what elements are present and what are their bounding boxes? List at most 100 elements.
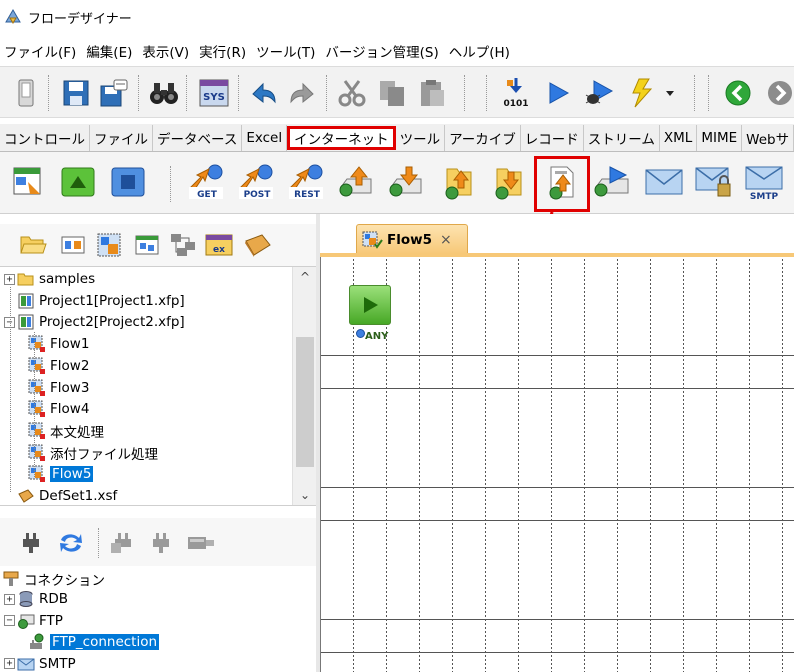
connection-toolbox-icon[interactable] bbox=[242, 230, 272, 260]
tree-item[interactable]: DefSet1.xsf bbox=[4, 485, 117, 505]
tree-item[interactable]: 本文処理 bbox=[28, 420, 104, 442]
category-tab[interactable]: データベース bbox=[153, 125, 243, 151]
menu-item[interactable]: バージョン管理(S) bbox=[321, 41, 444, 61]
collapse-icon[interactable]: − bbox=[4, 615, 15, 626]
flow-icon bbox=[28, 400, 46, 418]
forward-icon[interactable] bbox=[762, 75, 794, 111]
tree-item-label: FTP bbox=[39, 612, 63, 629]
definition-set-icon[interactable]: ex bbox=[204, 230, 234, 260]
expand-icon[interactable]: + bbox=[4, 658, 15, 669]
output-port[interactable] bbox=[356, 329, 365, 338]
category-tab[interactable]: Webサ bbox=[742, 125, 794, 151]
category-tab[interactable]: ツール bbox=[395, 125, 446, 151]
tree-item[interactable]: − FTP bbox=[4, 610, 63, 632]
project-tree-scrollbar[interactable]: ^ ⌄ bbox=[292, 267, 316, 505]
phone-icon[interactable] bbox=[8, 75, 44, 111]
start-node[interactable] bbox=[349, 285, 391, 325]
menu-item[interactable]: ヘルプ(H) bbox=[445, 41, 516, 61]
start-node-icon[interactable] bbox=[58, 162, 98, 202]
tree-item-label: Project2[Project2.xfp] bbox=[39, 314, 185, 331]
ftp-file-download-icon[interactable] bbox=[490, 162, 530, 202]
mail-icon[interactable] bbox=[644, 162, 684, 202]
flow-icon bbox=[28, 357, 46, 375]
expand-icon[interactable]: + bbox=[4, 593, 15, 605]
http-get-icon[interactable]: GET bbox=[186, 162, 226, 202]
redo-icon[interactable] bbox=[284, 75, 320, 111]
tree-item[interactable]: + SMTP bbox=[4, 653, 76, 672]
category-tab[interactable]: ストリーム bbox=[583, 125, 660, 151]
connection-test-icon[interactable] bbox=[186, 528, 216, 558]
cut-icon[interactable] bbox=[334, 75, 370, 111]
category-tab[interactable]: Excel bbox=[242, 125, 288, 151]
save-as-icon[interactable] bbox=[96, 75, 132, 111]
ftp-command-icon[interactable] bbox=[592, 162, 632, 202]
undo-icon[interactable] bbox=[246, 75, 282, 111]
tree-item[interactable]: Flow2 bbox=[28, 355, 89, 377]
lightning-dropdown-icon[interactable] bbox=[660, 75, 680, 111]
debug-run-icon[interactable] bbox=[582, 75, 618, 111]
lightning-icon[interactable] bbox=[624, 75, 660, 111]
copy-icon[interactable] bbox=[374, 75, 410, 111]
new-flow-icon[interactable] bbox=[94, 230, 124, 260]
paste-icon[interactable] bbox=[414, 75, 450, 111]
connection-toolbar bbox=[0, 518, 316, 566]
scroll-up-icon[interactable]: ^ bbox=[293, 267, 316, 287]
hierarchy-icon[interactable] bbox=[168, 230, 198, 260]
flow-image-icon[interactable] bbox=[8, 162, 48, 202]
category-tab[interactable]: ファイル bbox=[90, 125, 153, 151]
ftp-download-icon[interactable] bbox=[386, 162, 426, 202]
document-tab-flow5[interactable]: Flow5 × bbox=[356, 224, 468, 254]
flow-icon bbox=[28, 465, 46, 483]
tree-item[interactable]: Flow5 bbox=[28, 463, 94, 485]
run-icon[interactable] bbox=[540, 75, 576, 111]
http-rest-icon[interactable]: REST bbox=[286, 162, 326, 202]
scroll-down-icon[interactable]: ⌄ bbox=[293, 485, 316, 505]
tree-item[interactable]: Flow1 bbox=[28, 333, 89, 355]
menu-item[interactable]: 表示(V) bbox=[138, 41, 195, 61]
tree-item[interactable]: + RDB bbox=[4, 588, 68, 610]
tree-item[interactable]: Flow4 bbox=[28, 398, 89, 420]
refresh-connection-icon[interactable] bbox=[56, 528, 86, 558]
scroll-thumb[interactable] bbox=[296, 337, 314, 467]
tree-item[interactable]: − Project2[Project2.xfp] bbox=[4, 311, 185, 333]
connection-edit-icon[interactable] bbox=[146, 528, 176, 558]
tree-item[interactable]: Project1[Project1.xfp] bbox=[4, 290, 185, 312]
binoculars-icon[interactable] bbox=[146, 75, 182, 111]
close-icon[interactable]: × bbox=[440, 232, 452, 248]
smtp-icon[interactable]: SMTP bbox=[744, 162, 784, 202]
debug-binary-icon[interactable]: 0101 bbox=[498, 75, 534, 111]
open-folder-icon[interactable] bbox=[18, 230, 48, 260]
end-node-icon[interactable] bbox=[108, 162, 148, 202]
sys-icon[interactable]: SYS bbox=[196, 75, 232, 111]
tree-item[interactable]: + samples bbox=[4, 268, 95, 290]
connection-tree: コネクション + RDB − FTP FTP_connection + SMTP bbox=[0, 566, 316, 672]
connection-add-icon[interactable] bbox=[108, 528, 138, 558]
ftp-upload-icon[interactable] bbox=[336, 162, 376, 202]
expand-icon[interactable]: + bbox=[4, 273, 15, 285]
sub-flow-icon[interactable] bbox=[132, 230, 162, 260]
plug-icon[interactable] bbox=[16, 528, 46, 558]
category-tab[interactable]: MIME bbox=[697, 125, 743, 151]
menu-item[interactable]: 実行(R) bbox=[195, 41, 252, 61]
tree-item[interactable]: Flow3 bbox=[28, 377, 89, 399]
new-project-icon[interactable] bbox=[58, 230, 88, 260]
project-icon bbox=[17, 292, 35, 310]
flow-editor: Flow5 × ANY bbox=[320, 214, 794, 672]
mail-secure-icon[interactable] bbox=[694, 162, 734, 202]
menu-item[interactable]: 編集(E) bbox=[82, 41, 138, 61]
tree-item[interactable]: FTP_connection bbox=[28, 631, 160, 653]
flow-canvas[interactable]: ANY bbox=[320, 257, 794, 672]
category-tab[interactable]: コントロール bbox=[0, 125, 90, 151]
ftp-file-upload-icon[interactable] bbox=[440, 162, 480, 202]
tree-item[interactable]: 添付ファイル処理 bbox=[28, 442, 158, 464]
tab-internet-active[interactable]: インターネット bbox=[287, 126, 396, 150]
http-post-icon[interactable]: POST bbox=[236, 162, 276, 202]
menu-item[interactable]: ツール(T) bbox=[252, 41, 321, 61]
menu-item[interactable]: ファイル(F) bbox=[0, 41, 82, 61]
category-tab[interactable]: アーカイブ bbox=[445, 125, 521, 151]
save-icon[interactable] bbox=[58, 75, 94, 111]
back-icon[interactable] bbox=[720, 75, 756, 111]
connection-root[interactable]: コネクション bbox=[2, 568, 105, 590]
category-tab[interactable]: レコード bbox=[520, 125, 584, 151]
category-tab[interactable]: XML bbox=[659, 125, 698, 151]
